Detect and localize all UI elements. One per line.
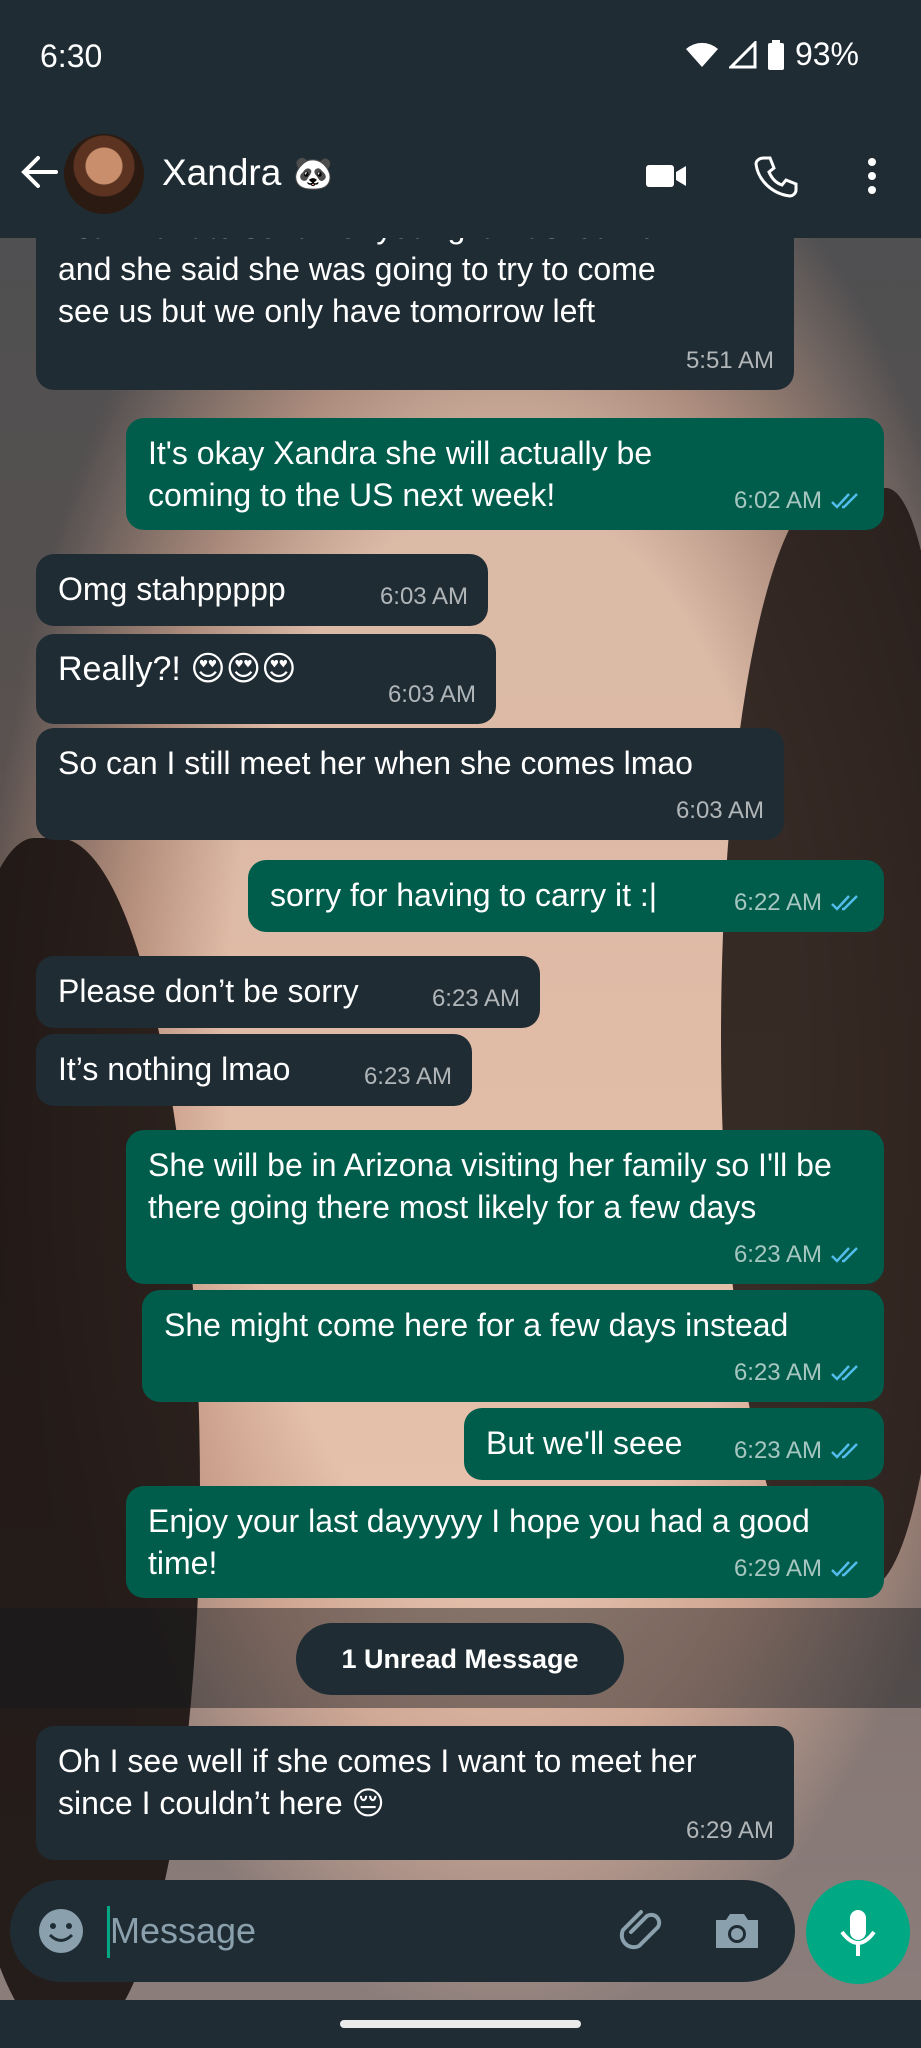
- chat-screen: 6:30 93% Xandra 🐼 I still want to send h…: [0, 0, 921, 2048]
- contact-status-emoji: 🐼: [293, 155, 334, 191]
- message-time: 6:02 AM: [734, 480, 864, 522]
- message-bubble-outgoing[interactable]: Enjoy your last dayyyyy I hope you had a…: [126, 1486, 884, 1598]
- chat-header: Xandra 🐼: [0, 112, 921, 238]
- microphone-button[interactable]: [806, 1880, 910, 1984]
- double-check-icon: [831, 493, 858, 509]
- message-text-line: and she said she was going to try to com…: [58, 251, 656, 287]
- message-text: She will be in Arizona visiting her fami…: [148, 1147, 832, 1225]
- message-time: 6:23 AM: [734, 1234, 864, 1276]
- message-text-line: I still want to send her your gift. I as…: [58, 238, 772, 248]
- message-bubble-incoming[interactable]: Omg stahppppp 6:03 AM: [36, 554, 488, 626]
- unread-banner: 1 Unread Message: [296, 1623, 624, 1695]
- message-text: So can I still meet her when she comes l…: [58, 745, 693, 781]
- message-bubble-outgoing[interactable]: It's okay Xandra she will actually be co…: [126, 418, 884, 530]
- double-check-icon: [831, 895, 858, 911]
- message-bubble-outgoing[interactable]: She might come here for a few days inste…: [142, 1290, 884, 1402]
- double-check-icon: [831, 1247, 858, 1263]
- message-bubble-incoming[interactable]: Oh I see well if she comes I want to mee…: [36, 1726, 794, 1860]
- message-input[interactable]: [108, 1900, 612, 1962]
- message-bubble-incoming[interactable]: Really?! 😍😍😍 6:03 AM: [36, 634, 496, 724]
- chat-area[interactable]: I still want to send her your gift. I as…: [0, 238, 921, 2003]
- message-time: 6:23 AM: [363, 1063, 452, 1090]
- status-bar: 6:30 93%: [0, 0, 921, 112]
- paperclip-icon[interactable]: [615, 1904, 669, 1958]
- nav-bar: [0, 2000, 921, 2048]
- status-time: 6:30: [40, 38, 103, 74]
- status-icons: 93%: [685, 36, 859, 73]
- message-time: 6:29 AM: [734, 1548, 864, 1590]
- message-bubble-outgoing[interactable]: But we'll seee 6:23 AM: [464, 1408, 884, 1480]
- message-time: 6:23 AM: [734, 1430, 864, 1472]
- message-time: 6:03 AM: [379, 583, 468, 610]
- wifi-icon: [685, 42, 718, 67]
- message-text: She might come here for a few days inste…: [164, 1307, 789, 1343]
- home-gesture-pill[interactable]: [340, 2020, 581, 2028]
- avatar[interactable]: [64, 134, 144, 214]
- message-bubble-incoming[interactable]: It’s nothing lmao 6:23 AM: [36, 1034, 472, 1106]
- camera-icon[interactable]: [710, 1904, 764, 1958]
- phone-icon[interactable]: [752, 152, 800, 200]
- message-time: 6:03 AM: [387, 681, 476, 708]
- contact-name: Xandra: [162, 152, 282, 193]
- message-bubble-outgoing[interactable]: She will be in Arizona visiting her fami…: [126, 1130, 884, 1284]
- message-bubble-incoming[interactable]: Please don’t be sorry 6:23 AM: [36, 956, 540, 1028]
- message-composer: [10, 1880, 795, 1982]
- battery-icon: [767, 39, 784, 70]
- signal-icon: [728, 40, 757, 68]
- message-bubble-incoming[interactable]: So can I still meet her when she comes l…: [36, 728, 784, 840]
- message-text-line: see us but we only have tomorrow left: [58, 293, 596, 329]
- double-check-icon: [831, 1561, 858, 1577]
- message-time: 6:29 AM: [685, 1817, 774, 1844]
- message-time: 6:23 AM: [431, 985, 520, 1012]
- more-vert-icon[interactable]: [848, 152, 896, 200]
- emoji-icon[interactable]: [36, 1906, 86, 1956]
- contact-name-wrap[interactable]: Xandra 🐼: [162, 152, 333, 194]
- message-text: Oh I see well if she comes I want to mee…: [58, 1743, 697, 1821]
- arrow-left-icon[interactable]: [18, 150, 62, 194]
- battery-percent: 93%: [794, 36, 859, 72]
- video-call-icon[interactable]: [642, 152, 690, 200]
- message-bubble-incoming[interactable]: I still want to send her your gift. I as…: [36, 238, 794, 390]
- double-check-icon: [831, 1443, 858, 1459]
- message-time: 6:23 AM: [734, 1352, 864, 1394]
- microphone-icon: [840, 1910, 876, 1956]
- message-time: 6:03 AM: [675, 797, 764, 824]
- message-time: 5:51 AM: [685, 347, 774, 374]
- message-text: It's okay Xandra she will actually be co…: [148, 435, 653, 513]
- message-bubble-outgoing[interactable]: sorry for having to carry it :| 6:22 AM: [248, 860, 884, 932]
- double-check-icon: [831, 1365, 858, 1381]
- message-time: 6:22 AM: [734, 882, 864, 924]
